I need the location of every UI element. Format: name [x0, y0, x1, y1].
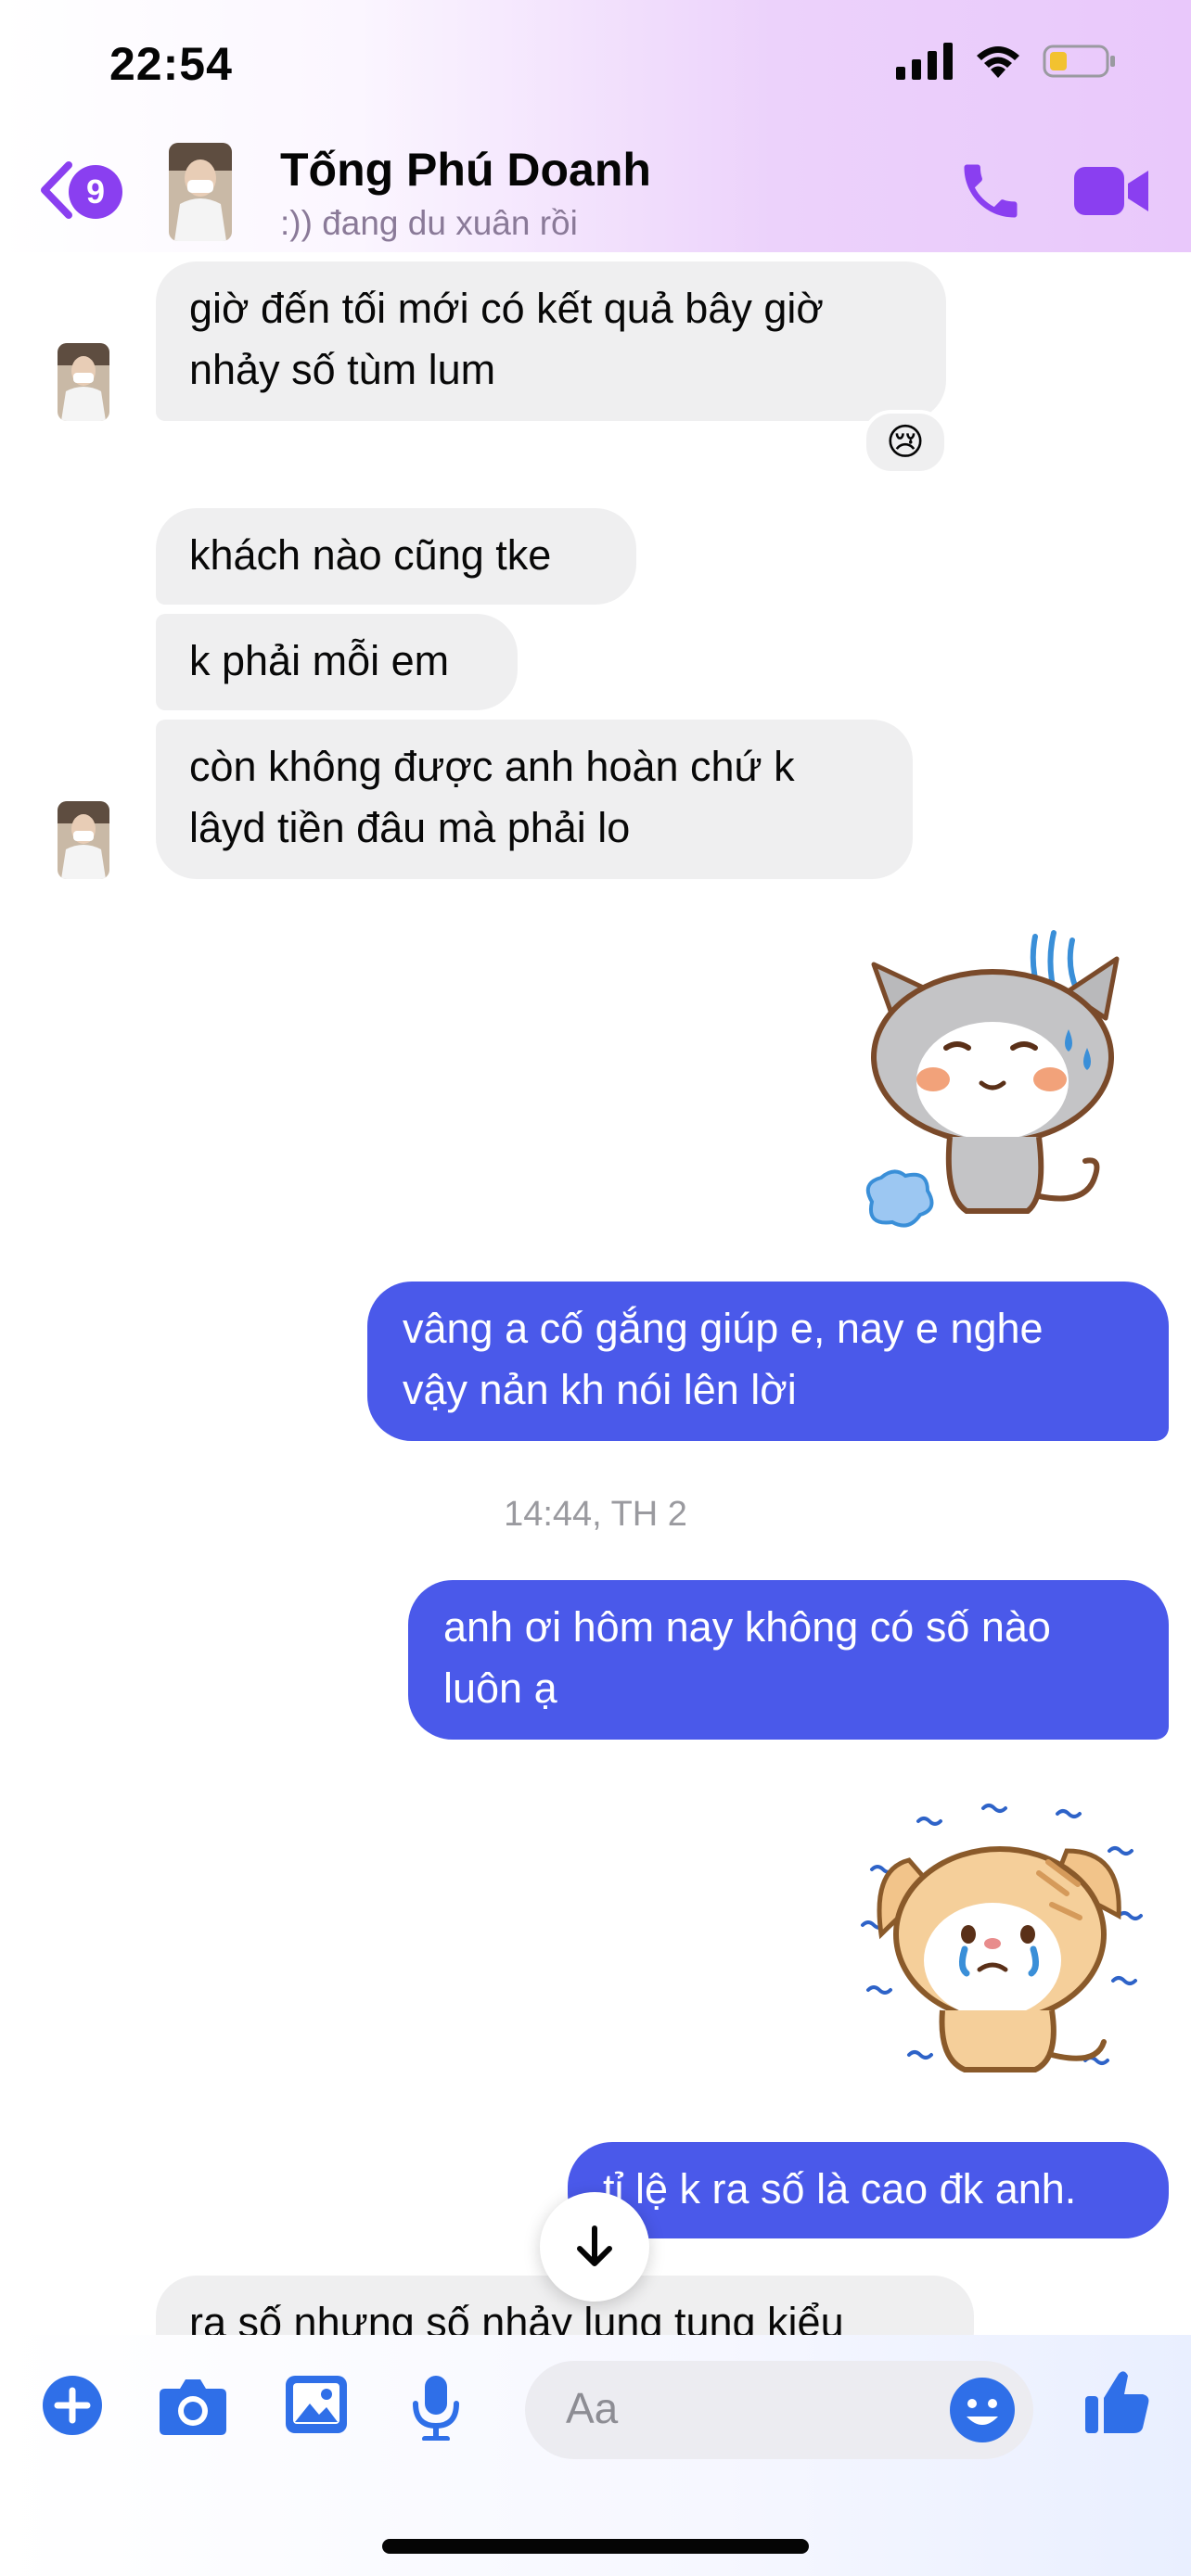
message-bubble-incoming[interactable]: còn không được anh hoàn chứ k lâyd tiền … [156, 720, 913, 879]
message-line: vậy nản kh nói lên lời [403, 1366, 797, 1413]
message-input[interactable]: Aa [525, 2361, 1033, 2459]
chat-header: 9 Tống Phú Doanh :)) đang du xuân rồi [0, 130, 1191, 252]
message-bubble-incoming[interactable]: khách nào cũng tke [156, 508, 636, 605]
message-bubble-outgoing[interactable]: tỉ lệ k ra số là cao đk anh. [568, 2142, 1169, 2238]
message-bubble-outgoing[interactable]: vâng a cố gắng giúp e, nay e nghe vậy nả… [367, 1282, 1169, 1441]
phone-icon [964, 164, 1018, 218]
message-line: luôn ạ [443, 1664, 557, 1712]
plus-icon[interactable] [41, 2374, 104, 2437]
message-line: nhảy số tùm lum [189, 346, 496, 393]
unread-badge: 9 [69, 165, 122, 219]
message-line: vâng a cố gắng giúp e, nay e nghe [403, 1305, 1044, 1352]
video-call-button[interactable] [1072, 161, 1152, 221]
message-line: khách nào cũng tke [189, 531, 552, 579]
arrow-down-icon [577, 2225, 612, 2266]
video-camera-icon [1074, 167, 1148, 215]
camera-icon[interactable] [158, 2374, 228, 2437]
battery-icon [1043, 45, 1115, 78]
message-bubble-incoming[interactable]: giờ đến tối mới có kết quả bây giờ nhảy … [156, 261, 946, 421]
message-line: anh ơi hôm nay không có số nào [443, 1603, 1051, 1651]
microphone-icon[interactable] [408, 2374, 464, 2441]
contact-avatar[interactable] [169, 143, 232, 241]
scroll-to-bottom-button[interactable] [540, 2192, 649, 2302]
home-indicator [382, 2539, 809, 2554]
contact-avatar-small[interactable] [58, 801, 109, 879]
sticker-sweating-gray-cat[interactable] [853, 927, 1141, 1233]
image-icon[interactable] [284, 2374, 349, 2437]
contact-name[interactable]: Tống Phú Doanh [280, 143, 651, 197]
message-line: giờ đến tối mới có kết quả bây giờ [189, 285, 824, 332]
message-input-placeholder: Aa [566, 2384, 619, 2432]
voice-call-button[interactable] [955, 156, 1026, 226]
message-timestamp: 14:44, TH 2 [504, 1495, 687, 1534]
status-icons [896, 43, 1117, 80]
message-line: k phải mỗi em [189, 637, 450, 684]
sticker-crying-orange-cat[interactable] [853, 1795, 1150, 2092]
message-reaction[interactable]: 😢 [863, 410, 948, 475]
thumbs-up-icon[interactable] [1082, 2366, 1152, 2437]
emoji-icon[interactable] [948, 2376, 1017, 2444]
message-line: tỉ lệ k ra số là cao đk anh. [603, 2165, 1077, 2213]
message-line: lâyd tiền đâu mà phải lo [189, 804, 631, 851]
contact-status: :)) đang du xuân rồi [280, 204, 578, 242]
message-bubble-incoming[interactable]: k phải mỗi em [156, 614, 518, 710]
contact-avatar-small[interactable] [58, 343, 109, 421]
message-line: còn không được anh hoàn chứ k [189, 743, 795, 790]
status-time: 22:54 [109, 38, 233, 90]
message-bubble-outgoing[interactable]: anh ơi hôm nay không có số nào luôn ạ [408, 1580, 1169, 1740]
cellular-signal-icon [896, 43, 953, 80]
wifi-icon [977, 46, 1019, 78]
